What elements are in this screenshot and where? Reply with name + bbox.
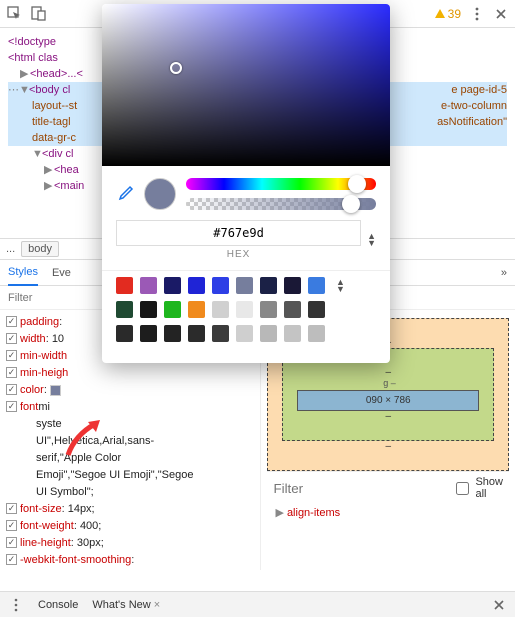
inspect-icon[interactable]: [6, 6, 22, 22]
box-model-content: 090 × 786: [297, 390, 479, 411]
warning-badge[interactable]: 39: [434, 7, 461, 21]
palette-swatch[interactable]: [308, 325, 325, 342]
kebab-icon[interactable]: [469, 6, 485, 22]
saturation-value-area[interactable]: [102, 4, 390, 166]
alpha-thumb[interactable]: [342, 195, 360, 213]
warning-count: 39: [448, 7, 461, 21]
palette-swatch[interactable]: [116, 277, 133, 294]
format-stepper[interactable]: ▲▼: [367, 233, 376, 247]
drawer: Console What's New ×: [0, 591, 515, 617]
palette-swatch[interactable]: [116, 301, 133, 318]
palette-stepper[interactable]: ▲▼: [336, 279, 345, 293]
color-picker: HEX ▲▼ ▲▼: [102, 4, 390, 363]
palette-swatch[interactable]: [284, 325, 301, 342]
palette-swatch[interactable]: [164, 301, 181, 318]
palette-swatch[interactable]: [260, 301, 277, 318]
show-all-checkbox[interactable]: [456, 482, 469, 495]
drawer-kebab-icon[interactable]: [8, 597, 24, 613]
current-color-swatch: [144, 178, 176, 210]
close-icon[interactable]: [493, 6, 509, 22]
palette-swatch[interactable]: [284, 277, 301, 294]
palette-swatch[interactable]: [164, 325, 181, 342]
palette-swatch[interactable]: [236, 277, 253, 294]
palette-swatch[interactable]: [212, 325, 229, 342]
tab-console[interactable]: Console: [38, 599, 78, 611]
palette-swatch[interactable]: [260, 277, 277, 294]
palette-swatch[interactable]: [188, 325, 205, 342]
styles-filter-input[interactable]: [8, 292, 108, 304]
palette-swatch[interactable]: [212, 301, 229, 318]
show-all-label: Show all: [475, 476, 503, 500]
palette: ▲▼: [102, 270, 390, 363]
palette-swatch[interactable]: [116, 325, 133, 342]
breadcrumb-body[interactable]: body: [21, 241, 59, 257]
palette-swatch[interactable]: [140, 325, 157, 342]
color-swatch[interactable]: [50, 385, 61, 396]
palette-swatch[interactable]: [236, 325, 253, 342]
palette-swatch[interactable]: [260, 325, 277, 342]
computed-filter-input[interactable]: [273, 481, 450, 496]
hex-input[interactable]: [116, 220, 361, 246]
palette-swatch[interactable]: [308, 277, 325, 294]
tab-styles[interactable]: Styles: [8, 260, 38, 286]
palette-swatch[interactable]: [188, 277, 205, 294]
device-icon[interactable]: [30, 6, 46, 22]
hex-label: HEX: [116, 249, 361, 260]
palette-swatch[interactable]: [212, 277, 229, 294]
sv-cursor[interactable]: [170, 62, 182, 74]
tab-event[interactable]: Eve: [52, 261, 71, 285]
palette-swatch[interactable]: [140, 277, 157, 294]
more-tabs-icon[interactable]: »: [501, 267, 507, 279]
hue-slider[interactable]: [186, 178, 376, 190]
tab-whats-new[interactable]: What's New ×: [92, 599, 160, 611]
palette-swatch[interactable]: [188, 301, 205, 318]
palette-swatch[interactable]: [308, 301, 325, 318]
palette-swatch[interactable]: [164, 277, 181, 294]
breadcrumb-ellipsis[interactable]: ...: [6, 243, 15, 255]
eyedropper-icon[interactable]: [116, 185, 134, 203]
alpha-slider[interactable]: [186, 198, 376, 210]
palette-swatch[interactable]: [236, 301, 253, 318]
hue-thumb[interactable]: [348, 175, 366, 193]
drawer-close-icon[interactable]: [491, 597, 507, 613]
palette-swatch[interactable]: [140, 301, 157, 318]
palette-swatch[interactable]: [284, 301, 301, 318]
